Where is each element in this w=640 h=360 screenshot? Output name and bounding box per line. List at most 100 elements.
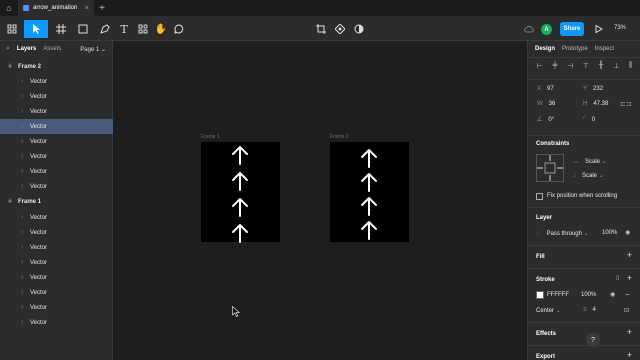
frame2-label[interactable]: Frame 2	[330, 134, 349, 140]
arrow-vector[interactable]	[360, 196, 378, 216]
x-field[interactable]: X 97	[537, 86, 554, 92]
distribute-icon[interactable]: ⫼	[629, 62, 632, 76]
height-field[interactable]: H 47.38	[583, 101, 608, 107]
layer-row-vector[interactable]: ↑ Vector	[0, 210, 113, 225]
layer-row-vector[interactable]: ↑ Vector	[0, 104, 113, 119]
tab-layers[interactable]: Layers	[17, 46, 36, 52]
stroke-settings-icon[interactable]: ⊡	[624, 307, 629, 314]
tab-design[interactable]: Design	[535, 46, 555, 52]
tab-prototype[interactable]: Prototype	[562, 46, 588, 52]
layer-row-label: Vector	[30, 139, 48, 145]
layer-row-vector[interactable]: ↑ Vector	[0, 89, 113, 104]
text-tool-icon[interactable]: T	[117, 20, 131, 38]
align-center-v-icon[interactable]: ╫	[599, 62, 604, 76]
stroke-opacity[interactable]: 100%	[581, 292, 596, 298]
align-right-icon[interactable]: ⊣	[567, 62, 573, 76]
new-tab-icon[interactable]: +	[94, 0, 110, 16]
home-icon[interactable]: ⌂	[0, 0, 18, 16]
layer-row-vector[interactable]: ↑ Vector	[0, 135, 113, 150]
close-icon[interactable]: ×	[85, 5, 89, 12]
remove-stroke-icon[interactable]: −	[625, 290, 630, 299]
eye-icon[interactable]: ◉	[625, 229, 630, 236]
constrain-proportions-icon[interactable]: ⊏⊐	[620, 100, 632, 108]
frame-1[interactable]	[201, 142, 280, 243]
layer-row-vector[interactable]: ↑ Vector	[0, 180, 113, 195]
tab-assets[interactable]: Assets	[43, 46, 61, 52]
arrow-vector[interactable]	[231, 197, 249, 217]
hand-tool-icon[interactable]: ✋	[154, 20, 168, 38]
stroke-color-swatch[interactable]	[536, 291, 544, 299]
layer-opacity[interactable]: 100%	[602, 230, 617, 236]
contrast-icon[interactable]	[352, 20, 366, 38]
align-left-icon[interactable]: ⊢	[537, 62, 543, 76]
avatar[interactable]: A	[541, 24, 552, 35]
page-selector[interactable]: Page 1 ⌄	[80, 46, 106, 53]
stroke-weight-field[interactable]: ≡ 4	[583, 307, 596, 313]
layer-row-vector[interactable]: ↑ Vector	[0, 165, 113, 180]
arrow-vector[interactable]	[231, 223, 249, 243]
layer-row-vector[interactable]: ↑ Vector	[0, 286, 113, 301]
constraints-widget[interactable]	[536, 154, 564, 182]
frame1-label[interactable]: Frame 1	[201, 134, 220, 140]
rotation-field[interactable]: ∠ 0°	[537, 116, 554, 123]
move-tool-icon[interactable]	[24, 20, 48, 38]
layer-row-vector[interactable]: ↑ Vector	[0, 150, 113, 165]
vector-icon: ↑	[20, 214, 24, 221]
share-button[interactable]: Share	[560, 22, 584, 36]
stroke-color-hex[interactable]: FFFFFF	[547, 292, 569, 298]
frame-icon: #	[8, 199, 12, 206]
width-field[interactable]: W 36	[537, 101, 555, 107]
tab-inspect[interactable]: Inspect	[595, 46, 614, 52]
stroke-style-icon[interactable]: ⁞⁞	[616, 276, 619, 282]
main-menu-icon[interactable]	[3, 20, 21, 38]
corner-radius-field[interactable]: ⌜ 0	[583, 116, 595, 123]
fix-position-checkbox[interactable]	[536, 193, 543, 200]
canvas[interactable]: Frame 1 Frame 2	[113, 41, 527, 360]
layer-row-vector[interactable]: ↑ Vector	[0, 119, 113, 135]
shape-tool-icon[interactable]	[74, 20, 92, 38]
add-export-icon[interactable]: +	[627, 350, 632, 360]
layer-row-vector[interactable]: ↑ Vector	[0, 301, 113, 316]
layer-row-vector[interactable]: ↑ Vector	[0, 316, 113, 331]
layer-row-vector[interactable]: ↑ Vector	[0, 240, 113, 255]
help-button[interactable]: ?	[586, 333, 600, 347]
arrow-vector[interactable]	[360, 220, 378, 240]
arrow-vector[interactable]	[360, 148, 378, 168]
y-field[interactable]: Y 232	[583, 86, 603, 92]
y-value: 232	[593, 86, 604, 92]
zoom-level[interactable]: 73%	[614, 25, 626, 31]
layer-row-vector[interactable]: ↑ Vector	[0, 255, 113, 270]
frame-tool-icon[interactable]	[52, 20, 70, 38]
present-play-icon[interactable]	[593, 20, 605, 38]
align-center-h-icon[interactable]: ╪	[553, 62, 558, 76]
layer-row-vector[interactable]: ↑ Vector	[0, 74, 113, 89]
arrow-vector[interactable]	[231, 171, 249, 191]
blend-mode-value: Pass through	[546, 231, 582, 237]
stroke-position-select[interactable]: Center ⌄	[536, 307, 561, 314]
eye-icon[interactable]: ◉	[610, 291, 615, 298]
crop-icon[interactable]	[314, 20, 328, 38]
layer-row-frame[interactable]: # Frame 2	[0, 59, 113, 74]
file-tab[interactable]: arrow_animation ×	[18, 0, 94, 16]
frame-2[interactable]	[330, 142, 409, 242]
vector-icon: ↑	[20, 123, 24, 130]
align-top-icon[interactable]: ⊤	[583, 62, 589, 76]
add-fill-icon[interactable]: +	[627, 250, 632, 260]
components-icon[interactable]	[333, 20, 347, 38]
arrow-vector[interactable]	[360, 172, 378, 192]
align-bottom-icon[interactable]: ⊥	[613, 62, 619, 76]
add-stroke-icon[interactable]: +	[627, 273, 632, 283]
search-icon[interactable]: ⌕	[6, 45, 10, 53]
comment-tool-icon[interactable]	[172, 20, 186, 38]
add-effect-icon[interactable]: +	[627, 327, 632, 337]
resources-icon[interactable]	[136, 20, 150, 38]
layer-row-frame[interactable]: # Frame 1	[0, 195, 113, 210]
constraint-horizontal[interactable]: ↔ Scale ⌄	[573, 158, 607, 165]
arrow-vector[interactable]	[231, 145, 249, 165]
blend-mode-select[interactable]: ◌ Pass through ⌄	[537, 230, 589, 237]
layer-row-vector[interactable]: ↑ Vector	[0, 270, 113, 285]
constraint-vertical[interactable]: ↕ Scale ⌄	[573, 172, 604, 179]
h-label: H	[583, 101, 588, 107]
pen-tool-icon[interactable]	[96, 20, 114, 38]
layer-row-vector[interactable]: ↑ Vector	[0, 225, 113, 240]
